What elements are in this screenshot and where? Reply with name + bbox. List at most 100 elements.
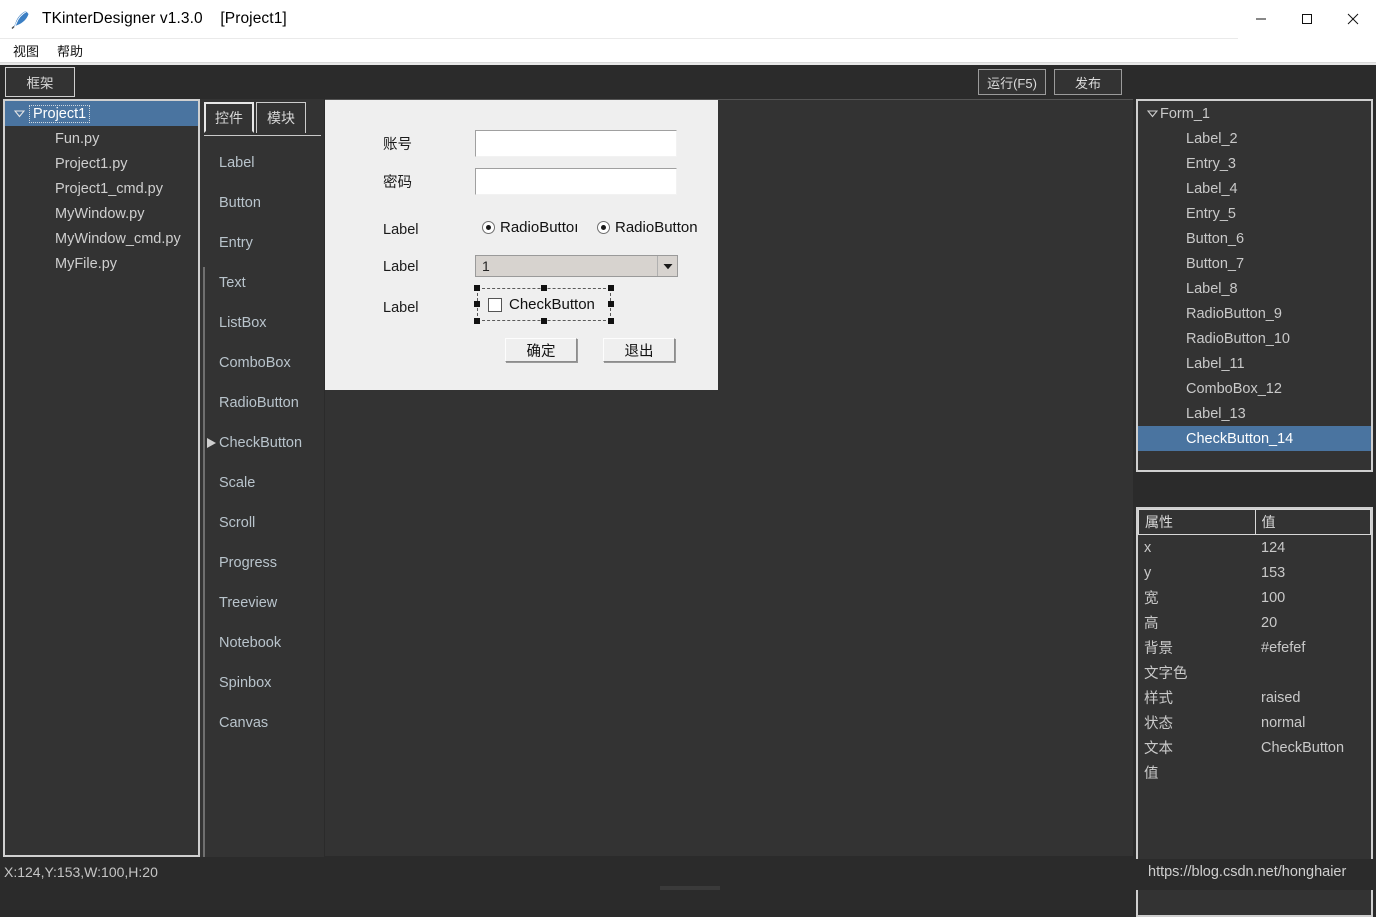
palette-item-scroll[interactable]: Scroll [200,503,324,543]
object-item-radiobutton-10[interactable]: RadioButton_10 [1138,326,1371,351]
property-row-foreground[interactable]: 文字色 [1138,660,1371,685]
palette-item-notebook[interactable]: Notebook [200,623,324,663]
property-key: 值 [1144,766,1159,782]
tree-item-myfile-py[interactable]: MyFile.py [5,251,198,276]
maximize-button[interactable] [1284,0,1330,39]
minimize-icon [1256,18,1266,20]
object-item-combobox-12[interactable]: ComboBox_12 [1138,376,1371,401]
object-tree-panel: Form_1 Label_2 Entry_3 Label_4 Entry_5 B… [1136,99,1373,472]
palette-item-label[interactable]: Label [200,143,324,183]
tree-item-project-root[interactable]: Project1 [5,101,198,126]
property-row-text[interactable]: 文本 CheckButton [1138,735,1371,760]
object-item-label-8[interactable]: Label_8 [1138,276,1371,301]
property-value[interactable]: 124 [1255,540,1371,556]
property-value[interactable]: normal [1255,715,1371,731]
form-combobox-12[interactable]: 1 [475,255,678,277]
palette-item-listbox[interactable]: ListBox [200,303,324,343]
run-button[interactable]: 运行(F5) [978,69,1046,95]
object-item-label: Label_11 [1186,355,1245,372]
form-label-radio-row[interactable]: Label [383,222,418,238]
object-item-button-7[interactable]: Button_7 [1138,251,1371,276]
resize-handle-nw[interactable] [474,285,480,291]
form-entry-password[interactable] [475,168,677,195]
property-value[interactable]: raised [1255,690,1371,706]
checkbox-icon[interactable] [488,297,502,312]
tree-item-fun-py[interactable]: Fun.py [5,126,198,151]
resize-handle-n[interactable] [541,285,547,291]
property-row-state[interactable]: 状态 normal [1138,710,1371,735]
tab-controls[interactable]: 控件 [204,102,254,133]
tree-item-mywindow-cmd-py[interactable]: MyWindow_cmd.py [5,226,198,251]
close-button[interactable] [1330,0,1376,39]
form-label-combo-row[interactable]: Label [383,259,418,275]
palette-item-progress[interactable]: Progress [200,543,324,583]
property-row-background[interactable]: 背景 #efefef [1138,635,1371,660]
palette-item-entry[interactable]: Entry [200,223,324,263]
object-item-label: Entry_5 [1186,205,1236,222]
resize-handle-e[interactable] [608,301,614,307]
resize-handle-s[interactable] [541,318,547,324]
resize-handle-se[interactable] [608,318,614,324]
property-row-width[interactable]: 宽 100 [1138,585,1371,610]
tree-item-mywindow-py[interactable]: MyWindow.py [5,201,198,226]
publish-button[interactable]: 发布 [1054,69,1122,95]
form-checkbutton-14[interactable]: CheckButton [488,296,595,313]
object-item-radiobutton-9[interactable]: RadioButton_9 [1138,301,1371,326]
chevron-down-icon[interactable] [1144,108,1160,119]
resize-handle-sw[interactable] [474,318,480,324]
property-value[interactable]: CheckButton [1255,740,1371,756]
palette-item-checkbutton[interactable]: CheckButton [200,423,324,463]
object-item-entry-3[interactable]: Entry_3 [1138,151,1371,176]
property-key: 样式 [1144,691,1173,707]
property-row-height[interactable]: 高 20 [1138,610,1371,635]
palette-item-button[interactable]: Button [200,183,324,223]
property-row-y[interactable]: y 153 [1138,560,1371,585]
palette-item-combobox[interactable]: ComboBox [200,343,324,383]
radio-label: RadioButton [615,219,698,236]
resize-handle-w[interactable] [474,301,480,307]
form-radiobutton-9[interactable]: RadioButtoı [482,219,587,236]
minimize-button[interactable] [1238,0,1284,39]
property-row-value[interactable]: 值 [1138,760,1371,785]
chevron-down-icon[interactable] [11,108,27,119]
palette-item-radiobutton[interactable]: RadioButton [200,383,324,423]
form-label-check-row[interactable]: Label [383,300,418,316]
application-window: TKinterDesigner v1.3.0 [Project1] 视图 帮助 … [0,0,1376,917]
object-item-label-11[interactable]: Label_11 [1138,351,1371,376]
form-label-account[interactable]: 账号 [383,133,412,154]
form-entry-account[interactable] [475,130,677,157]
frame-tab[interactable]: 框架 [5,67,75,97]
property-key: 背景 [1144,641,1173,657]
design-form[interactable]: 账号 密码 Label RadioButtoı RadioButton Labe… [325,100,718,390]
menu-item-view[interactable]: 视图 [9,39,47,62]
palette-item-canvas[interactable]: Canvas [200,703,324,743]
designer-canvas[interactable]: 账号 密码 Label RadioButtoı RadioButton Labe… [325,99,1133,856]
property-value[interactable]: 20 [1255,615,1371,631]
object-item-entry-5[interactable]: Entry_5 [1138,201,1371,226]
object-item-checkbutton-14[interactable]: CheckButton_14 [1138,426,1371,451]
tree-item-project1-cmd-py[interactable]: Project1_cmd.py [5,176,198,201]
form-radiobutton-10[interactable]: RadioButton [597,219,698,236]
chevron-down-icon[interactable] [657,256,677,276]
form-label-password[interactable]: 密码 [383,171,412,192]
form-button-confirm[interactable]: 确定 [505,338,577,362]
object-item-label-2[interactable]: Label_2 [1138,126,1371,151]
form-button-exit[interactable]: 退出 [603,338,675,362]
menu-item-help[interactable]: 帮助 [53,39,91,62]
resize-handle-ne[interactable] [608,285,614,291]
property-value[interactable]: 100 [1255,590,1371,606]
property-value[interactable]: #efefef [1255,640,1371,656]
palette-item-text[interactable]: Text [200,263,324,303]
palette-item-spinbox[interactable]: Spinbox [200,663,324,703]
palette-item-scale[interactable]: Scale [200,463,324,503]
object-item-button-6[interactable]: Button_6 [1138,226,1371,251]
object-item-label-4[interactable]: Label_4 [1138,176,1371,201]
palette-item-treeview[interactable]: Treeview [200,583,324,623]
object-item-label-13[interactable]: Label_13 [1138,401,1371,426]
property-row-relief[interactable]: 样式 raised [1138,685,1371,710]
property-value[interactable]: 153 [1255,565,1371,581]
object-item-form-root[interactable]: Form_1 [1138,101,1371,126]
property-row-x[interactable]: x 124 [1138,535,1371,560]
tab-modules[interactable]: 模块 [256,102,306,133]
tree-item-project1-py[interactable]: Project1.py [5,151,198,176]
